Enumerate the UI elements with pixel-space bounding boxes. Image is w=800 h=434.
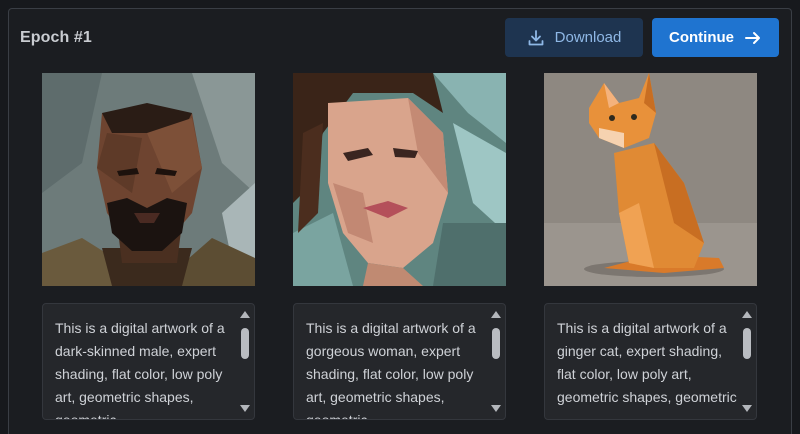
caption-textarea[interactable]: This is a digital artwork of a gorgeous …: [293, 303, 506, 420]
download-button[interactable]: Download: [505, 18, 643, 57]
result-card: This is a digital artwork of a dark-skin…: [42, 73, 255, 420]
artwork-image-woman[interactable]: [293, 73, 506, 286]
download-label: Download: [554, 29, 622, 46]
caption-textarea[interactable]: This is a digital artwork of a ginger ca…: [544, 303, 757, 420]
scroll-thumb[interactable]: [241, 328, 249, 359]
arrow-right-icon: [744, 30, 762, 46]
scroll-down-icon[interactable]: [491, 405, 501, 412]
caption-scrollbar[interactable]: [236, 304, 254, 419]
page-title: Epoch #1: [20, 29, 92, 46]
scroll-up-icon[interactable]: [742, 311, 752, 318]
scroll-thumb[interactable]: [743, 328, 751, 359]
caption-scrollbar[interactable]: [487, 304, 505, 419]
artwork-image-cat[interactable]: [544, 73, 757, 286]
caption-text: This is a digital artwork of a dark-skin…: [55, 320, 225, 420]
continue-label: Continue: [669, 29, 734, 46]
artwork-image-man[interactable]: [42, 73, 255, 286]
scroll-up-icon[interactable]: [240, 311, 250, 318]
caption-scrollbar[interactable]: [738, 304, 756, 419]
result-card: This is a digital artwork of a ginger ca…: [544, 73, 757, 420]
scroll-thumb[interactable]: [492, 328, 500, 359]
caption-text: This is a digital artwork of a ginger ca…: [557, 320, 737, 405]
result-card: This is a digital artwork of a gorgeous …: [293, 73, 506, 420]
caption-textarea[interactable]: This is a digital artwork of a dark-skin…: [42, 303, 255, 420]
scroll-down-icon[interactable]: [240, 405, 250, 412]
continue-button[interactable]: Continue: [652, 18, 779, 57]
epoch-panel: Epoch #1 Download Continue This is a dig…: [8, 8, 792, 434]
scroll-up-icon[interactable]: [491, 311, 501, 318]
caption-text: This is a digital artwork of a gorgeous …: [306, 320, 476, 420]
download-icon: [527, 29, 545, 47]
scroll-down-icon[interactable]: [742, 405, 752, 412]
